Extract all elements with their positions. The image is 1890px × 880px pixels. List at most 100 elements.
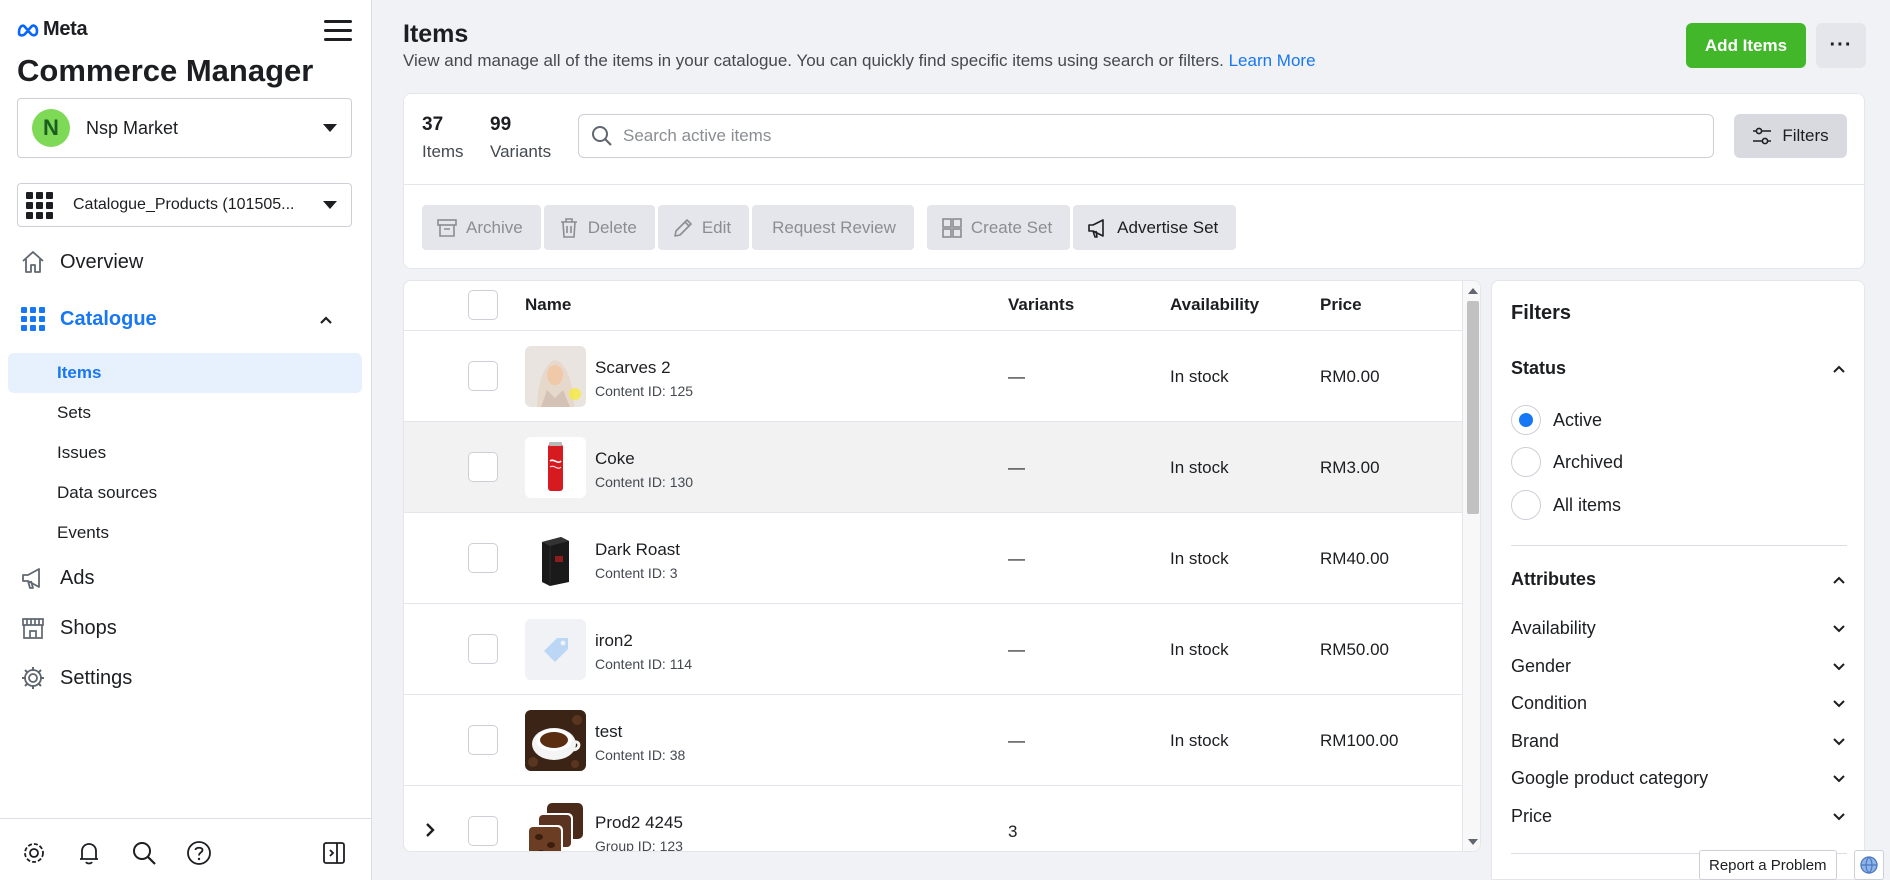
status-option-all-items[interactable]: All items [1511, 490, 1621, 520]
catalogue-selector[interactable]: Catalogue_Products (101505... [17, 183, 352, 227]
scroll-up-arrow-icon[interactable] [1468, 288, 1478, 294]
items-count-label: Items [422, 142, 464, 161]
report-problem-button[interactable]: Report a Problem [1699, 850, 1837, 880]
product-availability: In stock [1170, 367, 1229, 386]
table-row[interactable]: Dark Roast Content ID: 3 — In stock RM40… [404, 513, 1462, 604]
column-header-name[interactable]: Name [525, 295, 571, 315]
chevron-right-icon[interactable] [422, 822, 438, 838]
table-row[interactable]: Scarves 2 Content ID: 125 — In stock RM0… [404, 331, 1462, 422]
nav-catalogue[interactable]: Catalogue [20, 306, 157, 332]
grid-icon [21, 307, 45, 331]
status-section-title[interactable]: Status [1511, 358, 1566, 379]
chevron-down-icon [1833, 662, 1845, 670]
description-text: View and manage all of the items in your… [403, 51, 1224, 70]
sidebar-item-sets[interactable]: Sets [8, 393, 362, 433]
row-checkbox[interactable] [468, 816, 498, 846]
column-header-price[interactable]: Price [1320, 295, 1362, 315]
chevron-up-icon[interactable] [1831, 572, 1847, 588]
radio-button[interactable] [1511, 447, 1541, 477]
table-row[interactable]: iron2 Content ID: 114 — In stock RM50.00 [404, 604, 1462, 695]
more-options-button[interactable]: ··· [1816, 23, 1866, 68]
filters-button[interactable]: Filters [1734, 114, 1847, 158]
menu-icon[interactable] [324, 20, 352, 42]
search-input[interactable] [623, 126, 1713, 146]
meta-infinity-icon [17, 23, 39, 37]
scroll-down-arrow-icon[interactable] [1468, 839, 1478, 845]
column-header-availability[interactable]: Availability [1170, 295, 1259, 315]
radio-button-checked[interactable] [1511, 405, 1541, 435]
sidebar-item-issues[interactable]: Issues [8, 433, 362, 473]
panel-toggle-icon[interactable] [320, 839, 348, 867]
archive-button[interactable]: Archive [422, 205, 541, 250]
globe-icon[interactable] [1854, 850, 1884, 880]
advertise-set-button[interactable]: Advertise Set [1073, 205, 1237, 250]
archive-label: Archive [466, 217, 523, 237]
product-price: RM40.00 [1320, 549, 1389, 568]
edit-button[interactable]: Edit [657, 205, 750, 250]
account-selector[interactable]: N Nsp Market [17, 98, 352, 158]
meta-logo[interactable]: Meta [17, 18, 88, 41]
attribute-filter-google-product-category[interactable]: Google product category [1511, 768, 1847, 789]
attributes-section-title[interactable]: Attributes [1511, 569, 1596, 590]
product-thumbnail [525, 801, 586, 851]
nav-shops[interactable]: Shops [20, 615, 117, 641]
product-name[interactable]: iron2 [595, 631, 633, 651]
attribute-filter-gender[interactable]: Gender [1511, 656, 1847, 677]
create-set-button[interactable]: Create Set [926, 205, 1071, 250]
product-variants: — [1008, 640, 1025, 659]
nav-ads[interactable]: Ads [20, 565, 94, 591]
sidebar: Meta Commerce Manager N Nsp Market Catal… [0, 0, 372, 880]
delete-button[interactable]: Delete [543, 205, 655, 250]
sidebar-item-events[interactable]: Events [8, 513, 362, 553]
product-name[interactable]: test [595, 722, 622, 742]
meta-logo-text: Meta [43, 18, 88, 40]
product-name[interactable]: Dark Roast [595, 540, 680, 560]
add-items-button[interactable]: Add Items [1686, 23, 1806, 68]
coffee-cup-image [525, 710, 586, 771]
row-checkbox[interactable] [468, 452, 498, 482]
sidebar-item-items[interactable]: Items [8, 353, 362, 393]
table-row[interactable]: Prod2 4245 Group ID: 123 3 [404, 786, 1462, 852]
catalogue-grid-icon [26, 191, 53, 219]
row-checkbox[interactable] [468, 543, 498, 573]
attribute-label: Availability [1511, 618, 1596, 638]
product-name[interactable]: Scarves 2 [595, 358, 671, 378]
status-option-active[interactable]: Active [1511, 405, 1602, 435]
search-box[interactable] [578, 114, 1714, 158]
learn-more-link[interactable]: Learn More [1229, 51, 1316, 70]
sidebar-item-data-sources[interactable]: Data sources [8, 473, 362, 513]
product-content-id: Content ID: 38 [595, 747, 686, 763]
product-group-id: Group ID: 123 [595, 838, 683, 852]
table-row[interactable]: Coke Content ID: 130 — In stock RM3.00 [404, 422, 1462, 513]
app-title: Commerce Manager [17, 53, 314, 88]
status-option-archived[interactable]: Archived [1511, 447, 1623, 477]
nav-overview[interactable]: Overview [20, 249, 143, 275]
row-checkbox[interactable] [468, 634, 498, 664]
scroll-thumb[interactable] [1467, 301, 1479, 514]
chevron-down-icon [1833, 774, 1845, 782]
help-icon[interactable] [185, 839, 213, 867]
row-checkbox[interactable] [468, 361, 498, 391]
gear-icon[interactable] [20, 839, 48, 867]
table-row[interactable]: test Content ID: 38 — In stock RM100.00 [404, 695, 1462, 786]
attribute-filter-price[interactable]: Price [1511, 806, 1847, 827]
radio-button[interactable] [1511, 490, 1541, 520]
search-card: 37 Items 99 Variants Filters Archive Del… [403, 93, 1865, 269]
table-scrollbar[interactable] [1462, 281, 1480, 851]
select-all-checkbox[interactable] [468, 290, 498, 320]
nav-shops-label: Shops [60, 616, 117, 639]
search-icon[interactable] [130, 839, 158, 867]
column-header-variants[interactable]: Variants [1008, 295, 1074, 315]
chevron-up-icon[interactable] [1831, 361, 1847, 377]
product-name[interactable]: Prod2 4245 [595, 813, 683, 833]
filters-button-label: Filters [1782, 126, 1829, 145]
attribute-filter-brand[interactable]: Brand [1511, 731, 1847, 752]
chevron-up-icon[interactable] [318, 312, 334, 328]
product-name[interactable]: Coke [595, 449, 635, 469]
attribute-filter-availability[interactable]: Availability [1511, 618, 1847, 639]
attribute-filter-condition[interactable]: Condition [1511, 693, 1847, 714]
bell-icon[interactable] [75, 839, 103, 867]
nav-settings[interactable]: Settings [20, 665, 132, 691]
request-review-button[interactable]: Request Review [752, 205, 914, 250]
row-checkbox[interactable] [468, 725, 498, 755]
